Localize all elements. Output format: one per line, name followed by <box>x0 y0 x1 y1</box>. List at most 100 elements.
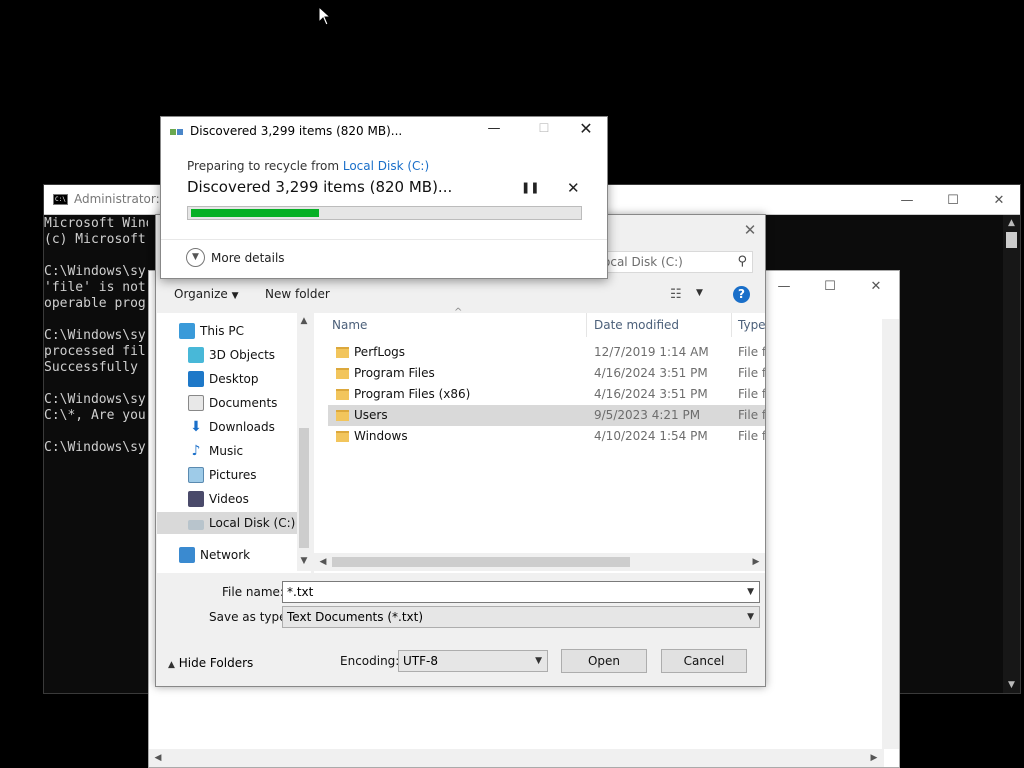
file-row[interactable]: Program Files 4/16/2024 3:51 PM File fo <box>328 363 765 384</box>
nav-item-label: Desktop <box>209 372 259 386</box>
encoding-label: Encoding: <box>340 654 400 668</box>
open-file-dialog[interactable]: ✕ ocal Disk (C:) ⚲ Organize ▼ New folder… <box>155 214 766 687</box>
minimize-icon[interactable]: — <box>477 121 511 141</box>
hide-folders-button[interactable]: ▲ Hide Folders <box>168 656 253 670</box>
nav-scrollbar[interactable]: ▲ ▼ <box>297 313 311 571</box>
file-type: File fo <box>738 345 765 359</box>
file-name: PerfLogs <box>354 345 406 359</box>
file-type: File fo <box>738 366 765 380</box>
file-name: Program Files (x86) <box>354 387 471 401</box>
file-row[interactable]: PerfLogs 12/7/2019 1:14 AM File fo <box>328 342 765 363</box>
cmd-scrollbar[interactable]: ▲ ▼ <box>1003 215 1020 693</box>
nav-item-label: Documents <box>209 396 278 410</box>
cmd-console-output: Microsoft Wind (c) Microsoft C:\Windows\… <box>44 216 148 455</box>
notepad-maximize-icon[interactable]: ☐ <box>807 271 853 301</box>
close-icon[interactable]: ✕ <box>569 119 603 141</box>
folder-icon <box>336 389 349 400</box>
pause-icon[interactable]: ❚❚ <box>521 181 539 194</box>
help-icon[interactable]: ? <box>733 286 750 303</box>
notepad-minimize-icon[interactable]: — <box>761 271 807 301</box>
search-placeholder: ocal Disk (C:) <box>603 255 683 269</box>
scroll-right-icon[interactable]: ▶ <box>749 557 763 567</box>
file-name: Users <box>354 408 388 422</box>
cmd-close-icon[interactable]: ✕ <box>976 185 1022 215</box>
scroll-thumb[interactable] <box>299 428 309 548</box>
nav-item-network[interactable]: Network <box>157 544 297 566</box>
maximize-icon: ☐ <box>538 121 550 135</box>
file-date: 4/16/2024 3:51 PM <box>594 366 708 380</box>
scroll-left-icon[interactable]: ◀ <box>151 753 165 763</box>
nav-item-videos[interactable]: Videos <box>157 488 297 510</box>
cmd-maximize-icon[interactable]: ☐ <box>930 185 976 215</box>
column-header-date[interactable]: Date modified <box>594 313 679 337</box>
organize-button[interactable]: Organize ▼ <box>174 287 239 301</box>
dialog-close-icon[interactable]: ✕ <box>736 221 764 241</box>
nav-item-downloads[interactable]: ⬇ Downloads <box>157 416 297 438</box>
file-type: File fo <box>738 387 765 401</box>
nav-item-3d-objects[interactable]: 3D Objects <box>157 344 297 366</box>
notepad-horizontal-scrollbar[interactable]: ◀ ▶ <box>149 749 884 767</box>
scroll-up-icon[interactable]: ▲ <box>1003 215 1020 231</box>
nav-item-label: This PC <box>200 324 244 338</box>
notepad-vertical-scrollbar[interactable] <box>882 319 899 749</box>
column-header-type[interactable]: Type <box>738 313 766 337</box>
folder-icon <box>336 410 349 421</box>
search-icon[interactable]: ⚲ <box>737 254 747 269</box>
file-list[interactable]: ^ Name Date modified Type PerfLogs 12/7/… <box>314 307 766 573</box>
divider <box>161 239 607 240</box>
cancel-button[interactable]: Cancel <box>661 649 747 673</box>
scroll-left-icon[interactable]: ◀ <box>316 557 330 567</box>
scroll-up-icon[interactable]: ▲ <box>297 316 311 326</box>
column-divider[interactable] <box>731 313 732 337</box>
chevron-down-icon[interactable]: ▼ <box>535 656 542 666</box>
nav-item-documents[interactable]: Documents <box>157 392 297 414</box>
encoding-select[interactable]: UTF-8 ▼ <box>398 650 548 672</box>
nav-item-local-disk[interactable]: Local Disk (C:) <box>157 512 297 534</box>
new-folder-button[interactable]: New folder <box>265 287 330 301</box>
view-options-icon[interactable]: ☷ <box>670 287 682 302</box>
folder-icon <box>336 368 349 379</box>
chevron-down-icon[interactable]: ▼ <box>747 587 754 597</box>
chevron-down-icon[interactable]: ▼ <box>696 288 703 298</box>
scroll-thumb[interactable] <box>332 557 630 567</box>
folder-icon <box>336 431 349 442</box>
music-icon: ♪ <box>191 443 201 459</box>
file-name-label: File name: <box>222 585 284 599</box>
file-type: File fo <box>738 429 765 443</box>
nav-item-label: Network <box>200 548 251 562</box>
column-header-name[interactable]: Name <box>332 313 367 337</box>
this-pc-icon <box>179 323 195 339</box>
file-row-selected[interactable]: Users 9/5/2023 4:21 PM File fo <box>328 405 765 426</box>
file-list-horizontal-scrollbar[interactable]: ◀ ▶ <box>314 553 765 571</box>
hide-folders-label: Hide Folders <box>178 656 254 670</box>
nav-item-label: Pictures <box>209 468 257 482</box>
file-name-input[interactable]: *.txt ▼ <box>282 581 760 603</box>
scroll-right-icon[interactable]: ▶ <box>867 753 881 763</box>
local-disk-icon <box>188 520 204 530</box>
nav-item-desktop[interactable]: Desktop <box>157 368 297 390</box>
source-link[interactable]: Local Disk (C:) <box>343 159 429 173</box>
scroll-down-icon[interactable]: ▼ <box>297 556 311 566</box>
folder-icon <box>336 347 349 358</box>
delete-progress-dialog[interactable]: Discovered 3,299 items (820 MB)... — ☐ ✕… <box>160 116 608 279</box>
notepad-close-icon[interactable]: ✕ <box>853 271 899 301</box>
downloads-icon: ⬇ <box>190 419 202 435</box>
save-type-select[interactable]: Text Documents (*.txt) ▼ <box>282 606 760 628</box>
chevron-down-icon[interactable]: ▼ <box>747 612 754 622</box>
cmd-minimize-icon[interactable]: — <box>884 185 930 215</box>
file-row[interactable]: Windows 4/10/2024 1:54 PM File fo <box>328 426 765 447</box>
more-details-button[interactable]: More details <box>211 251 285 265</box>
chevron-down-circle-icon[interactable]: ▼ <box>186 248 205 267</box>
scroll-thumb[interactable] <box>1006 232 1017 248</box>
column-divider[interactable] <box>586 313 587 337</box>
file-row[interactable]: Program Files (x86) 4/16/2024 3:51 PM Fi… <box>328 384 765 405</box>
nav-item-pictures[interactable]: Pictures <box>157 464 297 486</box>
cancel-operation-icon[interactable]: ✕ <box>567 179 580 197</box>
search-input[interactable]: ocal Disk (C:) ⚲ <box>598 251 753 273</box>
desktop-icon <box>188 371 204 387</box>
nav-item-music[interactable]: ♪ Music <box>157 440 297 462</box>
scroll-down-icon[interactable]: ▼ <box>1003 677 1020 693</box>
nav-item-this-pc[interactable]: This PC <box>157 320 297 342</box>
open-button[interactable]: Open <box>561 649 647 673</box>
navigation-pane[interactable]: This PC 3D Objects Desktop Documents ⬇ D… <box>157 313 311 573</box>
